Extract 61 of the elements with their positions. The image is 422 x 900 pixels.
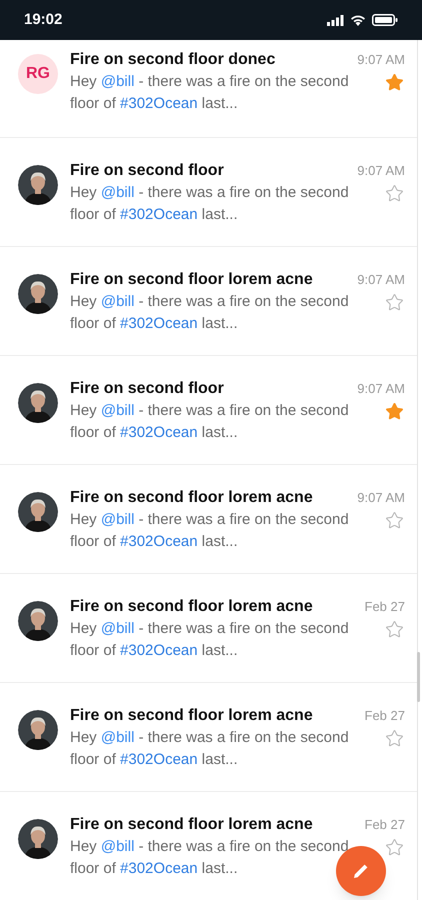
mention-link[interactable]: @bill <box>100 838 134 855</box>
message-title: Fire on second floor lorem acne <box>70 706 313 726</box>
mention-link[interactable]: @bill <box>100 184 134 201</box>
message-preview: Hey @bill - there was a fire on the second floor of #302Ocean last... <box>70 72 350 114</box>
message-title: Fire on second floor <box>70 161 224 181</box>
mention-link[interactable]: @bill <box>100 73 134 90</box>
message-title: Fire on second floor lorem acne <box>70 815 313 835</box>
hashtag-link[interactable]: #302Ocean <box>120 206 198 223</box>
message-preview: Hey @bill - there was a fire on the second floor of #302Ocean last... <box>70 619 350 661</box>
mention-link[interactable]: @bill <box>100 402 134 419</box>
mention-link[interactable]: @bill <box>100 729 134 746</box>
star-icon[interactable] <box>385 402 404 421</box>
hashtag-link[interactable]: #302Ocean <box>120 424 198 441</box>
mention-link[interactable]: @bill <box>100 293 134 310</box>
mention-link[interactable]: @bill <box>100 620 134 637</box>
message-row[interactable]: Fire on second floor lorem acne Feb 27 Hey @bill - there was a fire on the second floor of #302Ocean last... <box>0 574 417 683</box>
message-row[interactable]: Fire on second floor 9:07 AM Hey @bill - there was a fire on the second floor of #302Ocean last... <box>0 356 417 465</box>
message-title: Fire on second floor lorem acne <box>70 597 313 617</box>
message-time: Feb 27 <box>364 598 405 616</box>
message-preview: Hey @bill - there was a fire on the second floor of #302Ocean last... <box>70 510 350 552</box>
star-icon[interactable] <box>385 73 404 92</box>
message-row[interactable]: RG Fire on second floor donec 9:07 AM Hey @bill - there was a fire on the second floor of #302Ocean last... <box>0 40 417 138</box>
hashtag-link[interactable]: #302Ocean <box>120 642 198 659</box>
hashtag-link[interactable]: #302Ocean <box>120 860 198 877</box>
message-preview: Hey @bill - there was a fire on the second floor of #302Ocean last... <box>70 401 350 443</box>
message-preview: Hey @bill - there was a fire on the second floor of #302Ocean last... <box>70 292 350 334</box>
message-preview: Hey @bill - there was a fire on the second floor of #302Ocean last... <box>70 728 350 770</box>
star-icon[interactable] <box>385 729 404 748</box>
message-title: Fire on second floor donec <box>70 50 276 70</box>
wifi-icon <box>350 14 366 26</box>
message-time: 9:07 AM <box>357 51 405 69</box>
message-time: 9:07 AM <box>357 271 405 289</box>
hashtag-link[interactable]: #302Ocean <box>120 315 198 332</box>
message-time: 9:07 AM <box>357 162 405 180</box>
signal-icon <box>327 14 344 26</box>
star-icon[interactable] <box>385 511 404 530</box>
hashtag-link[interactable]: #302Ocean <box>120 533 198 550</box>
star-icon[interactable] <box>385 293 404 312</box>
message-preview: Hey @bill - there was a fire on the second floor of #302Ocean last... <box>70 183 350 225</box>
message-title: Fire on second floor lorem acne <box>70 270 313 290</box>
avatar-initials: RG <box>18 54 58 94</box>
message-time: Feb 27 <box>364 816 405 834</box>
status-time: 19:02 <box>24 10 62 30</box>
star-icon[interactable] <box>385 838 404 857</box>
message-row[interactable]: Fire on second floor 9:07 AM Hey @bill - there was a fire on the second floor of #302Ocean last... <box>0 138 417 247</box>
mention-link[interactable]: @bill <box>100 511 134 528</box>
message-title: Fire on second floor <box>70 379 224 399</box>
message-row[interactable]: Fire on second floor lorem acne 9:07 AM Hey @bill - there was a fire on the second floor of #302Ocean last... <box>0 247 417 356</box>
hashtag-link[interactable]: #302Ocean <box>120 751 198 768</box>
message-time: 9:07 AM <box>357 489 405 507</box>
message-title: Fire on second floor lorem acne <box>70 488 313 508</box>
message-row[interactable]: Fire on second floor lorem acne 9:07 AM Hey @bill - there was a fire on the second floor of #302Ocean last... <box>0 465 417 574</box>
battery-icon <box>372 14 398 26</box>
message-time: 9:07 AM <box>357 380 405 398</box>
star-icon[interactable] <box>385 620 404 639</box>
pencil-icon <box>352 862 370 880</box>
message-time: Feb 27 <box>364 707 405 725</box>
hashtag-link[interactable]: #302Ocean <box>120 95 198 112</box>
scrollbar-thumb <box>417 652 420 702</box>
star-icon[interactable] <box>385 184 404 203</box>
message-row[interactable]: Fire on second floor lorem acne Feb 27 Hey @bill - there was a fire on the second floor of #302Ocean last... <box>0 683 417 792</box>
